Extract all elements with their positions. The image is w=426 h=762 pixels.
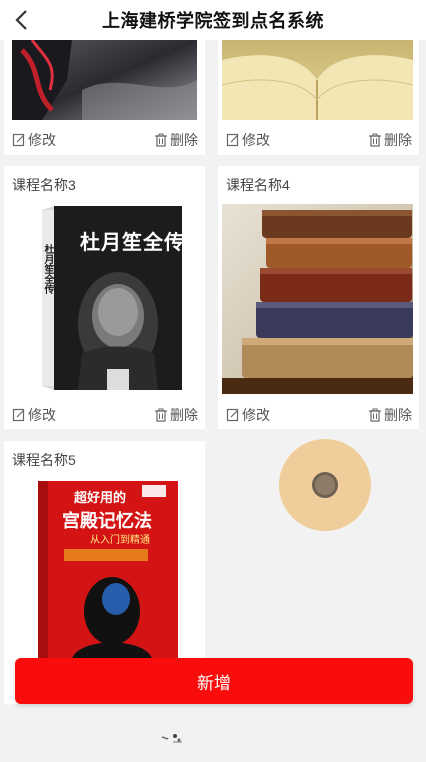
- edit-button[interactable]: 修改: [12, 130, 56, 150]
- back-button[interactable]: [6, 4, 38, 36]
- course-name: 课程名称3: [12, 177, 76, 193]
- page-title: 上海建桥学院签到点名系统: [102, 11, 324, 31]
- course-image: [222, 40, 413, 120]
- course-name: 课程名称4: [226, 177, 290, 193]
- top-nav-bar: 上海建桥学院签到点名系统: [0, 0, 426, 40]
- delete-button[interactable]: 删除: [368, 130, 412, 150]
- book-cover-image: 超好用的 宫殿记忆法 从入门到精通: [12, 479, 197, 659]
- book-cover-subtitle-top: 超好用的: [74, 490, 127, 505]
- edit-button[interactable]: 修改: [226, 405, 270, 425]
- card-actions: 修改 删除: [218, 127, 419, 153]
- card-actions: 修改 删除: [4, 127, 205, 153]
- course-name: 课程名称5: [12, 452, 76, 468]
- book-cover-subtitle: 从入门到精通: [90, 535, 150, 546]
- trash-icon: [369, 408, 381, 422]
- edit-icon: [12, 133, 25, 147]
- course-card[interactable]: 课程名称4 修改 删除: [218, 166, 419, 429]
- floating-button-dot: [312, 472, 338, 498]
- edit-icon: [226, 133, 239, 147]
- course-image: [12, 40, 197, 120]
- edit-button[interactable]: 修改: [12, 405, 56, 425]
- chevron-left-icon: [15, 10, 27, 30]
- delete-button[interactable]: 删除: [154, 405, 198, 425]
- add-button[interactable]: 新增: [15, 658, 413, 704]
- book-spine-title: 杜月笙全传: [42, 244, 53, 294]
- loading-indicator-icon: [161, 734, 182, 743]
- edit-icon: [226, 408, 239, 422]
- book-cover-title: 宫殿记忆法: [62, 511, 152, 531]
- course-card[interactable]: 修改 删除: [218, 40, 419, 155]
- course-card[interactable]: 课程名称3 杜月笙全传 杜月笙全传 修改 删除: [4, 166, 205, 429]
- edit-button[interactable]: 修改: [226, 130, 270, 150]
- book-cover-title: 杜月笙全传: [80, 232, 185, 254]
- floating-assistive-button[interactable]: [279, 439, 371, 531]
- trash-icon: [155, 408, 167, 422]
- course-card[interactable]: 修改 删除: [4, 40, 205, 155]
- card-actions: 修改 删除: [218, 402, 419, 428]
- trash-icon: [369, 133, 381, 147]
- delete-button[interactable]: 删除: [154, 130, 198, 150]
- delete-button[interactable]: 删除: [368, 405, 412, 425]
- book-cover-image: 杜月笙全传 杜月笙全传: [12, 204, 197, 392]
- card-actions: 修改 删除: [4, 402, 205, 428]
- course-image: [222, 204, 413, 394]
- edit-icon: [12, 408, 25, 422]
- trash-icon: [155, 133, 167, 147]
